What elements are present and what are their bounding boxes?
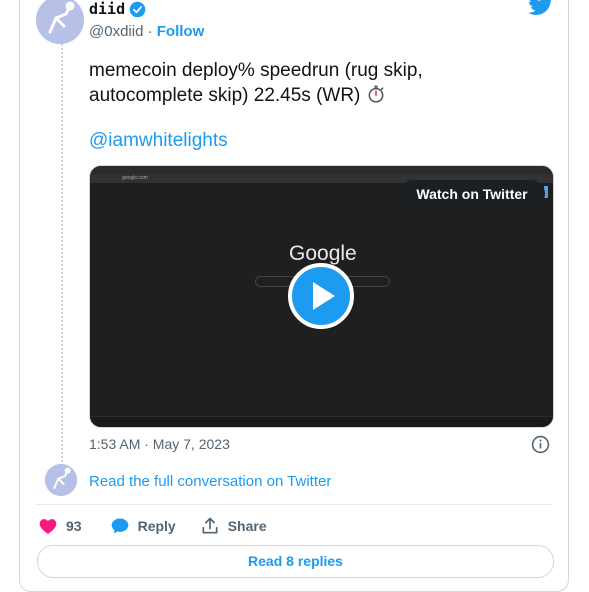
display-name: diid — [89, 0, 126, 18]
mention-link[interactable]: @iamwhitelights — [89, 130, 228, 152]
divider — [36, 504, 552, 505]
share-button[interactable]: Share — [200, 516, 267, 536]
stopwatch-icon — [368, 85, 384, 103]
follow-button[interactable]: Follow — [157, 23, 205, 40]
tweet-timestamp[interactable]: 1:53 AM · May 7, 2023 — [89, 436, 230, 452]
twitter-logo-icon[interactable] — [528, 0, 554, 16]
like-button[interactable]: 93 — [38, 516, 82, 536]
verified-badge-icon — [129, 1, 146, 17]
browser-tab-bar — [90, 166, 553, 174]
screen-footer — [90, 416, 553, 427]
like-count: 93 — [66, 518, 82, 534]
watch-on-twitter-button[interactable]: Watch on Twitter — [399, 180, 545, 208]
tweet-body: memecoin deploy% speedrun (rug skip, aut… — [89, 58, 509, 108]
author-handle[interactable]: @0xdiid — [89, 23, 143, 40]
handle-line: @0xdiid · Follow — [89, 23, 204, 40]
info-icon[interactable] — [531, 435, 550, 454]
reply-button[interactable]: Reply — [110, 516, 176, 536]
action-bar: 93 Reply Share — [38, 515, 267, 537]
play-icon[interactable] — [288, 263, 354, 329]
heart-icon — [39, 519, 57, 534]
conversation-avatar — [45, 464, 77, 496]
video-thumbnail[interactable]: google.com Google Watch on Twitter — [89, 165, 554, 428]
screen-url: google.com — [122, 175, 148, 181]
separator: · — [147, 23, 153, 40]
reply-label: Reply — [137, 518, 176, 534]
author-name[interactable]: diid — [89, 0, 146, 18]
share-icon — [202, 517, 218, 534]
share-label: Share — [227, 518, 267, 534]
robot-avatar-icon — [45, 464, 77, 496]
reply-bubble-icon — [111, 518, 128, 534]
read-full-conversation-link[interactable]: Read the full conversation on Twitter — [89, 473, 331, 490]
thread-connector — [61, 44, 63, 462]
read-replies-button[interactable]: Read 8 replies — [37, 545, 554, 578]
